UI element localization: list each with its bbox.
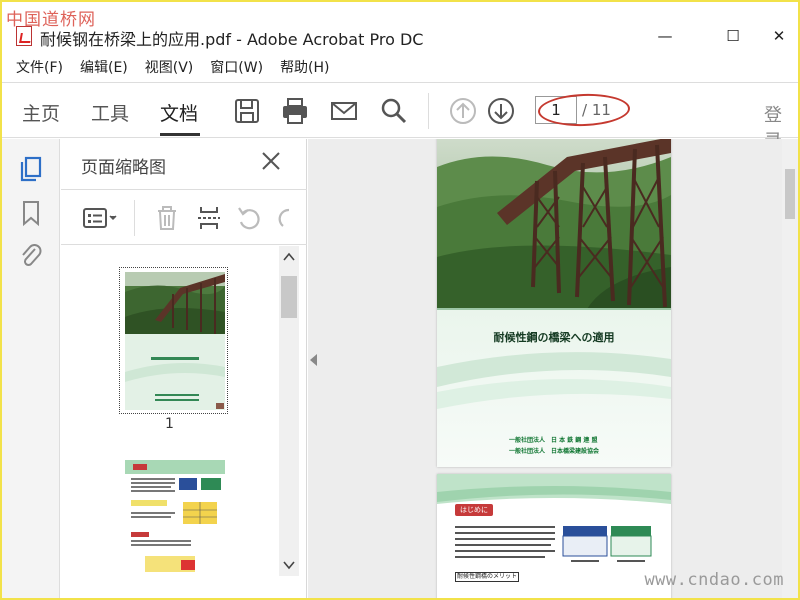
cover-title: 耐候性鋼の橋梁への適用 <box>493 331 615 344</box>
site-watermark-top: 中国道桥网 <box>6 10 96 30</box>
tab-tools[interactable]: 工具 <box>91 99 129 126</box>
bookmark-icon[interactable] <box>18 199 44 227</box>
attachment-icon[interactable] <box>18 241 44 269</box>
toolbar-separator <box>428 93 429 129</box>
app-window: 中国道桥网 耐候钢在桥梁上的应用.pdf - Adobe Acrobat Pro… <box>0 0 800 600</box>
tab-document[interactable]: 文档 <box>160 99 198 126</box>
thumbnail-scrollbar[interactable] <box>279 246 299 576</box>
email-icon[interactable] <box>329 96 359 126</box>
save-icon[interactable] <box>232 96 262 126</box>
menu-help[interactable]: 帮助(H) <box>280 56 329 80</box>
cover-publisher-2: 一般社団法人 日本橋梁建設協会 <box>509 448 600 455</box>
merit-heading-box: 耐候性鋼橋のメリット <box>455 572 519 582</box>
collapse-panel-arrow-icon[interactable] <box>310 354 317 366</box>
active-tab-indicator <box>160 133 200 136</box>
thumbnail-scroll-thumb[interactable] <box>281 276 297 318</box>
thumbnail-panel: 页面缩略图 1 <box>61 139 307 598</box>
thumbnails-icon[interactable] <box>18 155 44 183</box>
thumbnail-toolbar <box>61 189 307 245</box>
thumb-toolbar-separator <box>134 200 135 236</box>
menu-view[interactable]: 视图(V) <box>145 56 194 80</box>
page-down-icon[interactable] <box>486 96 516 126</box>
thumbnail-list: 1 <box>61 246 279 598</box>
extract-icon[interactable] <box>195 204 223 232</box>
site-watermark-bottom: www.cndao.com <box>644 570 784 590</box>
menu-edit[interactable]: 编辑(E) <box>80 56 128 80</box>
scroll-up-icon[interactable] <box>283 252 295 262</box>
thumbnail-page-1[interactable] <box>125 272 225 410</box>
menu-file[interactable]: 文件(F) <box>16 56 63 80</box>
window-title: 耐候钢在桥梁上的应用.pdf - Adobe Acrobat Pro DC <box>40 30 424 49</box>
rotate-right-icon[interactable] <box>275 204 291 232</box>
cover-publisher-1: 一般社団法人 日 本 鉄 鋼 連 盟 <box>509 437 598 444</box>
thumbnail-page-2[interactable] <box>125 460 225 598</box>
page-total: / 11 <box>582 101 611 119</box>
thumbnail-page-2-image <box>125 460 225 572</box>
close-window-button[interactable]: ✕ <box>756 22 798 50</box>
cover-illustration <box>437 139 671 467</box>
minimize-button[interactable]: — <box>642 22 688 50</box>
document-page-2: はじめに 耐候性鋼橋のメリット <box>437 474 671 598</box>
panel-title: 页面缩略图 <box>81 158 166 178</box>
scroll-down-icon[interactable] <box>283 560 295 570</box>
page-number-input[interactable]: 1 <box>535 96 577 124</box>
menu-bar: 文件(F) 编辑(E) 视图(V) 窗口(W) 帮助(H) <box>2 56 798 80</box>
main-toolbar: 主页 工具 文档 1 / 11 登 <box>2 82 798 152</box>
section-heading-intro: はじめに <box>455 504 493 516</box>
document-scroll-thumb[interactable] <box>785 169 795 219</box>
document-page-1: 耐候性鋼の橋梁への適用 一般社団法人 日 本 鉄 鋼 連 盟 一般社団法人 日本… <box>437 139 671 467</box>
print-icon[interactable] <box>280 96 310 126</box>
search-icon[interactable] <box>379 96 409 126</box>
menu-window[interactable]: 窗口(W) <box>210 56 263 80</box>
tab-home[interactable]: 主页 <box>22 99 60 126</box>
close-panel-icon[interactable] <box>259 149 283 173</box>
document-scrollbar[interactable] <box>782 139 798 598</box>
rotate-left-icon[interactable] <box>235 204 263 232</box>
thumbnail-cover-image <box>125 272 225 410</box>
document-view[interactable]: 耐候性鋼の橋梁への適用 一般社団法人 日 本 鉄 鋼 連 盟 一般社団法人 日本… <box>308 139 798 598</box>
delete-icon[interactable] <box>153 204 181 232</box>
page-up-icon[interactable] <box>448 96 478 126</box>
maximize-button[interactable]: ☐ <box>710 22 756 50</box>
options-menu-icon[interactable] <box>81 204 121 232</box>
thumbnail-page-number: 1 <box>165 416 174 432</box>
navigation-rail <box>2 139 60 598</box>
title-bar: 耐候钢在桥梁上的应用.pdf - Adobe Acrobat Pro DC — … <box>2 2 798 54</box>
